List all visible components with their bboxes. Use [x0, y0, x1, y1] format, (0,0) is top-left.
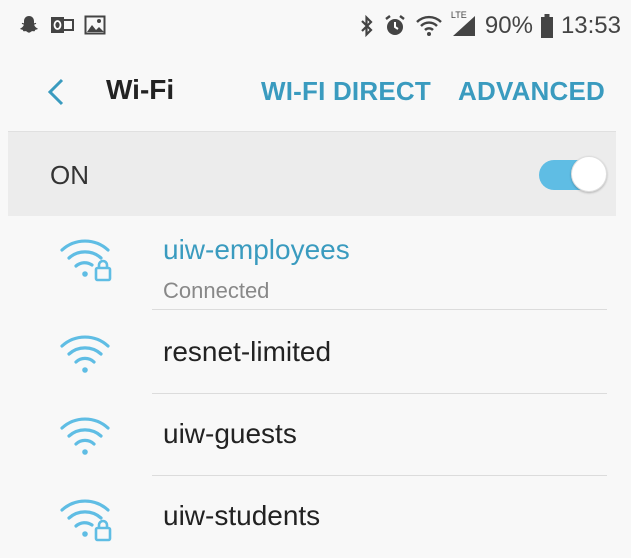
notification-icons [18, 14, 106, 36]
back-button[interactable] [36, 72, 76, 112]
wifi-direct-button[interactable]: WI-FI DIRECT [261, 76, 431, 107]
battery-icon [540, 14, 553, 38]
wifi-master-switch-row[interactable]: ON [8, 131, 616, 217]
bluetooth-icon [361, 14, 373, 38]
network-name: uiw-employees [163, 234, 350, 265]
toggle-knob [571, 156, 607, 192]
battery-percent: 90% [484, 12, 533, 39]
signal-icon [452, 16, 475, 36]
chevron-left-icon [47, 78, 64, 106]
advanced-button[interactable]: ADVANCED [458, 76, 605, 107]
divider [152, 309, 607, 310]
alarm-icon [385, 15, 405, 35]
toolbar: Wi-Fi WI-FI DIRECT ADVANCED [0, 52, 631, 130]
network-item-uiw-employees[interactable]: uiw-employees Connected [0, 216, 631, 310]
page-title: Wi-Fi [106, 74, 175, 105]
network-item-uiw-students[interactable]: uiw-students [0, 476, 631, 558]
snapchat-icon [20, 16, 38, 33]
network-name: resnet-limited [163, 336, 332, 367]
switch-label: ON [50, 160, 89, 190]
wifi-icon [60, 335, 110, 373]
network-item-resnet-limited[interactable]: resnet-limited [0, 312, 631, 394]
wifi-icon [416, 15, 442, 36]
network-name: uiw-students [163, 500, 321, 531]
network-item-uiw-guests[interactable]: uiw-guests [0, 394, 631, 476]
outlook-icon [51, 17, 74, 33]
wifi-locked-icon [60, 499, 112, 542]
wifi-locked-icon [60, 239, 112, 282]
network-name: uiw-guests [163, 418, 297, 449]
status-bar: LTE 90% 13:53 [0, 0, 631, 52]
signal-indicator: LTE [451, 10, 477, 38]
network-status: Connected [163, 278, 270, 303]
wifi-toggle[interactable] [539, 156, 607, 192]
network-list: uiw-employees Connected resnet-limited u… [0, 216, 631, 552]
system-status: LTE 90% 13:53 [359, 10, 621, 40]
wifi-icon [60, 417, 110, 455]
clock: 13:53 [560, 12, 621, 39]
gallery-icon [84, 15, 106, 35]
